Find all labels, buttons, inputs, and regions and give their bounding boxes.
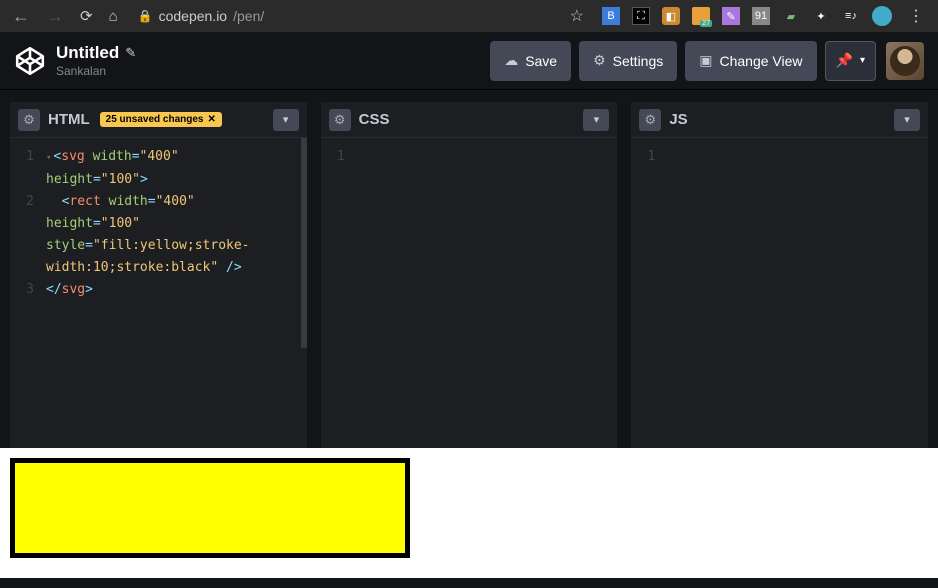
css-pane-header: ⚙ CSS ▾ xyxy=(321,102,618,138)
extension-icon[interactable] xyxy=(872,6,892,26)
code-content[interactable]: style="fill:yellow;stroke- xyxy=(46,235,307,257)
edit-title-pencil-icon[interactable]: ✎ xyxy=(125,45,136,61)
code-content[interactable]: width:10;stroke:black" /> xyxy=(46,257,307,279)
js-pane-header: ⚙ JS ▾ xyxy=(631,102,928,138)
extension-icon[interactable]: ≡♪ xyxy=(842,7,860,25)
js-editor[interactable]: 1 xyxy=(631,138,928,448)
code-line[interactable]: style="fill:yellow;stroke- xyxy=(10,235,307,257)
extension-icon[interactable]: ⛶ xyxy=(632,7,650,25)
code-content[interactable]: height="100" xyxy=(46,213,307,235)
line-number: 1 xyxy=(321,146,357,168)
address-bar[interactable]: 🔒 codepen.io/pen/ xyxy=(138,8,265,24)
js-pane: ⚙ JS ▾ 1 xyxy=(631,102,928,448)
extension-icon[interactable]: ▰ xyxy=(782,7,800,25)
preview-rect xyxy=(10,458,410,558)
extension-icon[interactable]: 91 xyxy=(752,7,770,25)
js-pane-chevron-icon[interactable]: ▾ xyxy=(894,109,920,131)
bookmark-star-icon[interactable]: ☆ xyxy=(570,6,584,26)
change-view-button[interactable]: ▣ Change View xyxy=(685,41,816,81)
line-number: 1 xyxy=(10,146,46,169)
pin-button[interactable]: 📌 ▾ xyxy=(825,41,876,81)
forward-button[interactable]: → xyxy=(42,6,68,27)
codepen-header: Untitled ✎ Sankalan ☁ Save ⚙ Settings ▣ … xyxy=(0,32,938,90)
html-settings-gear-icon[interactable]: ⚙ xyxy=(18,109,40,131)
js-pane-title: JS xyxy=(669,111,687,128)
scrollbar[interactable] xyxy=(301,138,307,348)
code-content[interactable]: ▾<svg width="400" xyxy=(46,146,307,169)
pin-icon: 📌 xyxy=(836,52,853,69)
back-button[interactable]: ← xyxy=(8,6,34,27)
reload-button[interactable]: ⟳ xyxy=(76,7,97,25)
html-pane-title: HTML xyxy=(48,111,90,128)
cloud-icon: ☁ xyxy=(504,52,518,69)
html-pane-header: ⚙ HTML 25 unsaved changes ✕ ▾ xyxy=(10,102,307,138)
user-avatar[interactable] xyxy=(886,42,924,80)
pen-title[interactable]: Untitled xyxy=(56,43,119,63)
code-content[interactable]: <rect width="400" xyxy=(46,191,307,213)
html-editor[interactable]: 1▾<svg width="400" height="100">2 <rect … xyxy=(10,138,307,448)
css-pane-title: CSS xyxy=(359,111,390,128)
lock-icon: 🔒 xyxy=(138,9,153,23)
pen-title-block: Untitled ✎ Sankalan xyxy=(56,43,136,78)
save-button[interactable]: ☁ Save xyxy=(490,41,571,81)
change-view-label: Change View xyxy=(720,53,803,69)
extension-icon[interactable]: B xyxy=(602,7,620,25)
editor-row: ⚙ HTML 25 unsaved changes ✕ ▾ 1▾<svg wid… xyxy=(0,90,938,448)
code-line[interactable]: 2 <rect width="400" xyxy=(10,191,307,213)
url-host: codepen.io xyxy=(159,8,228,24)
line-number: 3 xyxy=(10,279,46,301)
html-pane-chevron-icon[interactable]: ▾ xyxy=(273,109,299,131)
extension-icon[interactable]: ✎ xyxy=(722,7,740,25)
code-line[interactable]: 3</svg> xyxy=(10,279,307,301)
code-line[interactable]: height="100"> xyxy=(10,169,307,191)
settings-button-label: Settings xyxy=(613,53,664,69)
preview-pane xyxy=(0,448,938,578)
chevron-down-icon: ▾ xyxy=(860,55,865,66)
unsaved-changes-badge[interactable]: 25 unsaved changes ✕ xyxy=(100,112,222,127)
save-button-label: Save xyxy=(525,53,557,69)
css-pane: ⚙ CSS ▾ 1 xyxy=(321,102,618,448)
line-number: 1 xyxy=(631,146,667,168)
line-number xyxy=(10,213,46,235)
extensions-puzzle-icon[interactable]: ✦ xyxy=(812,7,830,25)
url-path: /pen/ xyxy=(233,8,264,24)
html-pane: ⚙ HTML 25 unsaved changes ✕ ▾ 1▾<svg wid… xyxy=(10,102,307,448)
css-editor[interactable]: 1 xyxy=(321,138,618,448)
home-button[interactable]: ⌂ xyxy=(105,8,122,25)
extension-icon[interactable]: ◧ xyxy=(662,7,680,25)
fold-marker-icon[interactable]: ▾ xyxy=(46,153,51,163)
badge-text: 25 unsaved changes xyxy=(106,114,204,125)
browser-menu-button[interactable]: ⋮ xyxy=(902,6,930,26)
line-number xyxy=(10,169,46,191)
code-content[interactable]: height="100"> xyxy=(46,169,307,191)
line-number xyxy=(10,235,46,257)
extension-calendar-icon[interactable] xyxy=(692,7,710,25)
code-line[interactable]: 1▾<svg width="400" xyxy=(10,146,307,169)
gear-icon: ⚙ xyxy=(593,52,606,69)
line-number: 2 xyxy=(10,191,46,213)
pen-author[interactable]: Sankalan xyxy=(56,64,136,78)
css-pane-chevron-icon[interactable]: ▾ xyxy=(583,109,609,131)
browser-toolbar: ← → ⟳ ⌂ 🔒 codepen.io/pen/ ☆ B ⛶ ◧ ✎ 91 ▰… xyxy=(0,0,938,32)
code-content[interactable]: </svg> xyxy=(46,279,307,301)
code-line[interactable]: height="100" xyxy=(10,213,307,235)
preview-svg xyxy=(10,458,410,558)
codepen-logo-icon[interactable] xyxy=(14,45,46,77)
settings-button[interactable]: ⚙ Settings xyxy=(579,41,677,81)
code-line[interactable]: width:10;stroke:black" /> xyxy=(10,257,307,279)
layout-icon: ▣ xyxy=(699,52,712,69)
badge-close-icon[interactable]: ✕ xyxy=(207,114,215,125)
css-settings-gear-icon[interactable]: ⚙ xyxy=(329,109,351,131)
line-number xyxy=(10,257,46,279)
js-settings-gear-icon[interactable]: ⚙ xyxy=(639,109,661,131)
